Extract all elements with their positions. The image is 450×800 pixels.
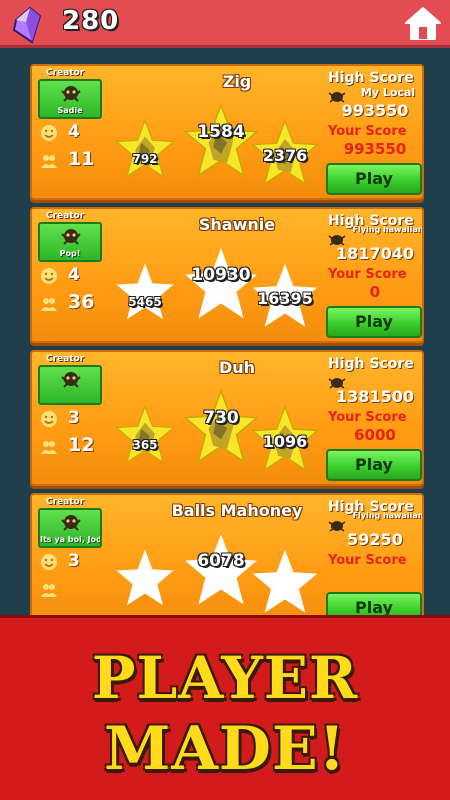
creator-button[interactable]: Sadie bbox=[38, 79, 102, 119]
star-icon bbox=[114, 261, 176, 323]
creator-label: Creator bbox=[46, 68, 85, 78]
smiley-icon bbox=[41, 554, 57, 570]
star-threshold: 16395 bbox=[257, 289, 313, 308]
high-score-value: 59250 bbox=[347, 530, 403, 549]
level-title: Duh bbox=[218, 358, 256, 377]
creator-name: Its ya boi, Jodi bbox=[40, 535, 100, 544]
creator-avatar-icon bbox=[61, 86, 81, 102]
top-bar: 280 bbox=[0, 0, 450, 48]
your-score-label: Your Score bbox=[328, 267, 407, 282]
high-score-holder: My Local bbox=[360, 86, 416, 99]
your-score-value: 6000 bbox=[354, 426, 396, 444]
gem-icon bbox=[12, 6, 42, 44]
players-count: 12 bbox=[68, 434, 95, 456]
likes-count: 3 bbox=[68, 551, 80, 571]
your-score-label: Your Score bbox=[328, 553, 407, 568]
level-title: Shawnie bbox=[198, 215, 276, 234]
players-count: 36 bbox=[68, 291, 95, 313]
players-icon bbox=[41, 155, 57, 168]
level-title: Balls Mahoney bbox=[171, 501, 303, 520]
star-threshold: 365 bbox=[132, 438, 158, 452]
players-count: 11 bbox=[68, 148, 95, 170]
creator-label: Creator bbox=[46, 354, 85, 364]
level-card[interactable]: Creator Duh 3 12 365 730 1096 High Score… bbox=[30, 350, 424, 486]
gem-count: 280 bbox=[62, 6, 120, 36]
creator-button[interactable]: Pop! bbox=[38, 222, 102, 262]
star-threshold: 792 bbox=[132, 152, 158, 166]
star-threshold: 2376 bbox=[262, 146, 308, 165]
level-list[interactable]: Creator Sadie Zig 4 11 792 1584 2376 Hig… bbox=[0, 48, 450, 615]
your-score-label: Your Score bbox=[328, 410, 407, 425]
creator-avatar-icon bbox=[61, 515, 81, 531]
star-icon bbox=[114, 404, 176, 466]
level-title: Zig bbox=[222, 72, 252, 91]
level-card[interactable]: Creator Pop! Shawnie 4 36 5465 10930 163… bbox=[30, 207, 424, 343]
creator-label: Creator bbox=[46, 497, 85, 507]
star-icon bbox=[114, 547, 176, 609]
players-icon bbox=[41, 441, 57, 454]
high-score-label: High Score bbox=[328, 70, 414, 86]
star-icon bbox=[114, 118, 176, 180]
high-score-value: 993550 bbox=[341, 101, 409, 120]
star-icon bbox=[250, 547, 320, 615]
high-score-value: 1381500 bbox=[336, 387, 414, 406]
creator-avatar-icon bbox=[61, 372, 81, 388]
creator-name: Sadie bbox=[57, 106, 83, 115]
your-score-value: 993550 bbox=[343, 140, 407, 158]
players-icon bbox=[41, 584, 57, 597]
banner-line-2: MADE! bbox=[103, 714, 347, 784]
creator-button[interactable] bbox=[38, 365, 102, 405]
smiley-icon bbox=[41, 125, 57, 141]
your-score-value: 0 bbox=[369, 283, 381, 301]
high-score-holder: Flying hawaiian bbox=[352, 225, 424, 234]
play-button[interactable]: Play bbox=[326, 163, 422, 195]
play-button[interactable]: Play bbox=[326, 306, 422, 338]
likes-count: 4 bbox=[68, 265, 80, 285]
play-button[interactable]: Play bbox=[326, 449, 422, 481]
creator-label: Creator bbox=[46, 211, 85, 221]
smiley-icon bbox=[41, 268, 57, 284]
smiley-icon bbox=[41, 411, 57, 427]
creator-name: Pop! bbox=[59, 249, 81, 258]
creator-avatar-icon bbox=[61, 229, 81, 245]
level-card[interactable]: Creator Its ya boi, Jodi Balls Mahoney 3 bbox=[30, 493, 424, 615]
star-threshold: 5465 bbox=[128, 295, 162, 309]
high-score-holder: Flying hawaiian bbox=[352, 511, 424, 520]
likes-count: 3 bbox=[68, 408, 80, 428]
banner-line-1: PLAYER bbox=[91, 644, 359, 712]
likes-count: 4 bbox=[68, 122, 80, 142]
play-button[interactable]: Play bbox=[326, 592, 422, 615]
star-threshold: 1096 bbox=[262, 432, 308, 451]
high-score-label: High Score bbox=[328, 356, 414, 372]
your-score-label: Your Score bbox=[328, 124, 407, 139]
level-card[interactable]: Creator Sadie Zig 4 11 792 1584 2376 Hig… bbox=[30, 64, 424, 200]
players-icon bbox=[41, 298, 57, 311]
home-icon[interactable] bbox=[402, 4, 444, 44]
promo-banner: PLAYER MADE! bbox=[0, 615, 450, 800]
creator-button[interactable]: Its ya boi, Jodi bbox=[38, 508, 102, 548]
high-score-value: 1817040 bbox=[336, 244, 414, 263]
